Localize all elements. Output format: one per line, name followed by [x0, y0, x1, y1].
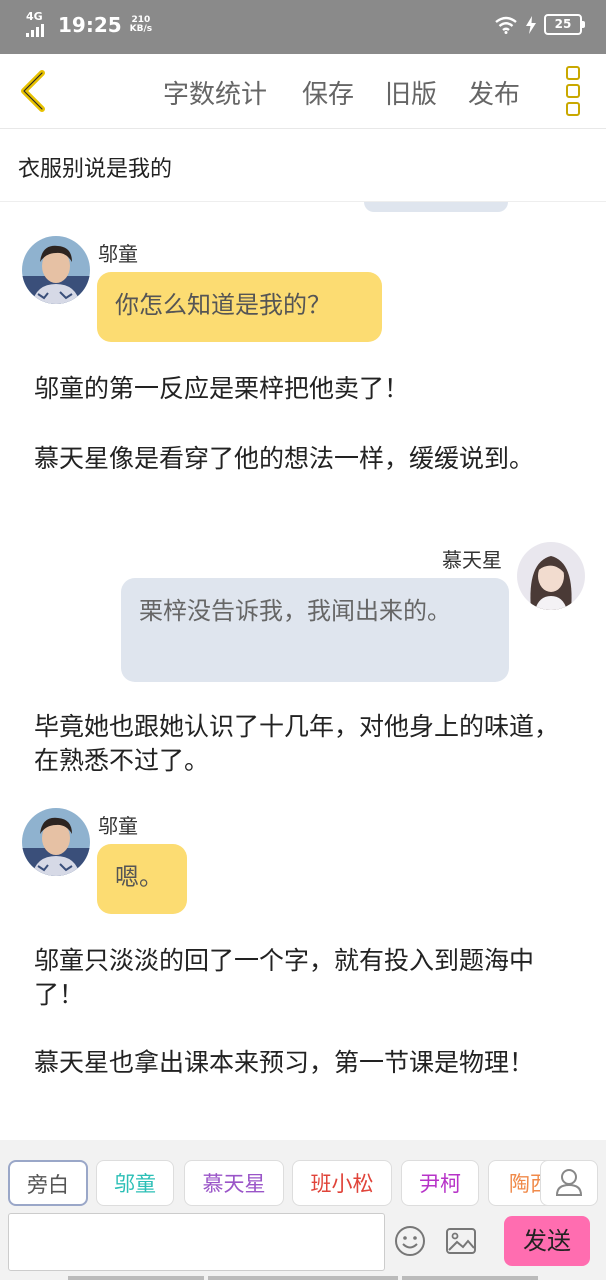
image-icon[interactable]: [444, 1224, 478, 1258]
nav-bar-segment: [68, 1276, 204, 1280]
role-selector: 旁白 邬童 慕天星 班小松 尹柯 陶西: [0, 1160, 606, 1210]
chevron-left-icon[interactable]: [14, 68, 54, 114]
wifi-icon: [495, 16, 517, 34]
narration-paragraph[interactable]: 邬童的第一反应是栗梓把他卖了！: [34, 372, 574, 406]
send-button[interactable]: 发送: [504, 1216, 590, 1266]
lightning-icon: [526, 15, 536, 34]
role-chip-banxiaosong[interactable]: 班小松: [292, 1160, 392, 1206]
network-type: 4G: [26, 10, 43, 23]
role-chip-mutianxing[interactable]: 慕天星: [184, 1160, 284, 1206]
word-count-button[interactable]: 字数统计: [163, 74, 267, 111]
role-chip-wutong[interactable]: 邬童: [96, 1160, 174, 1206]
speaker-name: 慕天星: [442, 548, 502, 572]
composer-panel: 旁白 邬童 慕天星 班小松 尹柯 陶西 发送: [0, 1140, 606, 1280]
story-content[interactable]: 邬童 你怎么知道是我的？ 邬童的第一反应是栗梓把他卖了！ 慕天星像是看穿了他的想…: [0, 202, 606, 1138]
avatar[interactable]: [22, 236, 90, 304]
signal-icon: 4G: [26, 10, 52, 38]
battery-indicator: 25: [544, 14, 585, 35]
chapter-title: 衣服别说是我的: [18, 157, 173, 182]
user-icon[interactable]: [540, 1160, 598, 1206]
message-input[interactable]: [8, 1213, 385, 1271]
clock: 19:25: [58, 13, 122, 37]
partial-message-bubble: [364, 202, 508, 212]
role-chip-narrator[interactable]: 旁白: [8, 1160, 88, 1206]
nav-bar-segment: [208, 1276, 398, 1280]
narration-paragraph[interactable]: 毕竟她也跟她认识了十几年，对他身上的味道，在熟悉不过了。: [34, 710, 574, 778]
publish-button[interactable]: 发布: [468, 74, 520, 111]
avatar[interactable]: [517, 542, 585, 610]
avatar[interactable]: [22, 808, 90, 876]
emoji-icon[interactable]: [393, 1224, 427, 1258]
editor-toolbar: 字数统计 保存 旧版 发布: [0, 54, 606, 129]
speaker-name: 邬童: [98, 814, 138, 838]
network-speed: 210 KB/s: [129, 15, 153, 34]
role-chip-yinke[interactable]: 尹柯: [401, 1160, 479, 1206]
old-version-button[interactable]: 旧版: [385, 74, 437, 111]
save-button[interactable]: 保存: [302, 74, 354, 111]
nav-bar-segment: [402, 1276, 538, 1280]
speaker-name: 邬童: [98, 242, 138, 266]
chapter-title-bar[interactable]: 衣服别说是我的: [0, 129, 606, 202]
narration-paragraph[interactable]: 邬童只淡淡的回了一个字，就有投入到题海中了！: [34, 944, 574, 1012]
narration-paragraph[interactable]: 慕天星像是看穿了他的想法一样，缓缓说到。: [34, 442, 574, 476]
status-bar: 4G 19:25 210 KB/s 25: [0, 0, 606, 54]
dialogue-bubble[interactable]: 嗯。: [97, 844, 187, 914]
dialogue-bubble[interactable]: 你怎么知道是我的？: [97, 272, 382, 342]
more-vertical-icon[interactable]: [562, 66, 584, 118]
narration-paragraph[interactable]: 慕天星也拿出课本来预习，第一节课是物理！: [34, 1046, 574, 1080]
dialogue-bubble[interactable]: 栗梓没告诉我，我闻出来的。: [121, 578, 509, 682]
